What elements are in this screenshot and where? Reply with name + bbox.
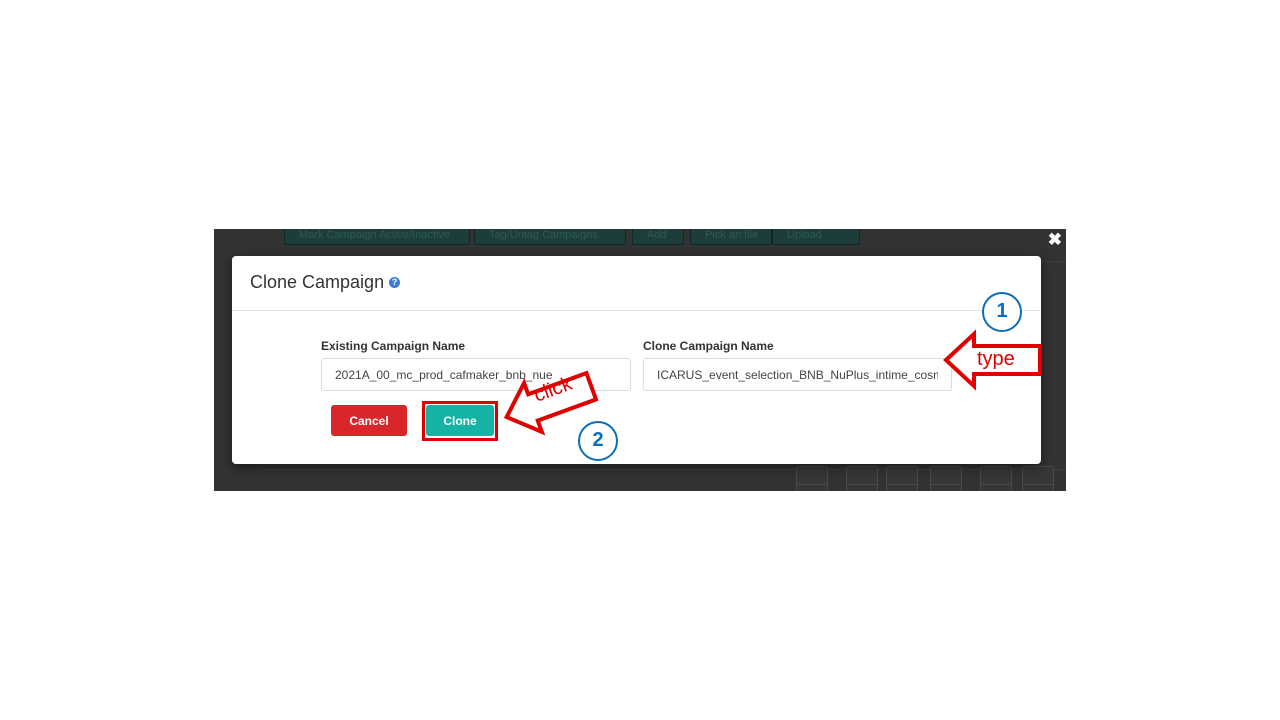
clone-button-highlight <box>422 401 498 441</box>
type-label: type <box>977 348 1015 370</box>
modal-title: Clone Campaign? <box>250 272 401 293</box>
existing-campaign-label: Existing Campaign Name <box>321 339 466 353</box>
close-icon[interactable]: ✖ <box>1048 231 1062 249</box>
modal-title-text: Clone Campaign <box>250 272 385 292</box>
bg-upload-button: Upload <box>772 229 860 245</box>
modal-header: Clone Campaign? <box>232 256 1041 311</box>
bg-add-button: Add <box>632 229 684 245</box>
bg-row-icon <box>796 484 828 491</box>
cancel-button[interactable]: Cancel <box>331 405 407 436</box>
bg-row-icon <box>1022 484 1054 491</box>
background-toolbar: Mark Campaign Active/Inactive Tag/Untag … <box>214 229 1066 259</box>
bg-row-icon <box>846 484 878 491</box>
bg-row-icon <box>980 484 1012 491</box>
bg-pick-file-button: Pick an file <box>690 229 772 245</box>
clone-campaign-input[interactable] <box>643 358 952 391</box>
bg-tag-button: Tag/Untag Campaigns <box>474 229 626 245</box>
clone-campaign-label: Clone Campaign Name <box>643 339 774 353</box>
bg-row-icon <box>886 484 918 491</box>
clone-campaign-modal: Clone Campaign? Existing Campaign Name C… <box>232 256 1041 464</box>
step-1-badge: 1 <box>982 292 1022 332</box>
bg-mark-active-button: Mark Campaign Active/Inactive <box>284 229 470 245</box>
question-circle-icon[interactable]: ? <box>389 276 401 288</box>
bg-row-icon <box>930 484 962 491</box>
